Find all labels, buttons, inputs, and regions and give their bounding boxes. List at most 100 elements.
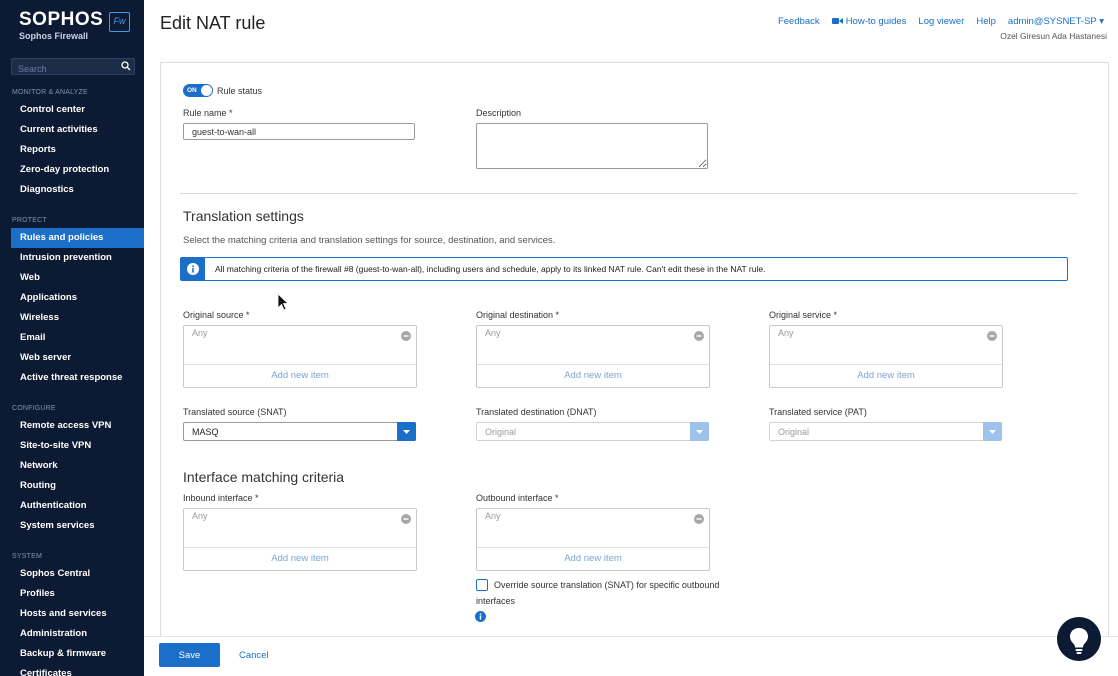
sidebar-item-profiles[interactable]: Profiles [0,584,144,604]
inbound-interface-label: Inbound interface * [183,493,259,503]
info-banner: All matching criteria of the firewall #8… [180,257,1068,281]
original-source-label: Original source * [183,310,250,320]
section-divider [180,193,1078,194]
sidebar-item-control-center[interactable]: Control center [0,100,144,120]
firewall-badge-icon: Fw [109,12,130,32]
info-icon[interactable] [475,611,486,622]
user-menu[interactable]: admin@SYSNET-SP ▾ [1008,16,1104,27]
override-snat-label-line1: Override source translation (SNAT) for s… [494,580,720,590]
sidebar-item-reports[interactable]: Reports [0,140,144,160]
toggle-knob [201,85,212,96]
video-camera-icon [831,18,843,24]
sidebar-item-zero-day-protection[interactable]: Zero-day protection [0,160,144,180]
page-title: Edit NAT rule [160,13,266,33]
nav-section-protect: PROTECT [12,217,47,224]
description-textarea[interactable] [476,123,708,169]
snat-label: Translated source (SNAT) [183,407,287,417]
original-destination-add-new-item[interactable]: Add new item [477,364,709,387]
brand-subtitle: Sophos Firewall [19,31,89,41]
override-snat-label-line2: interfaces [476,596,516,606]
original-service-label: Original service * [769,310,838,320]
info-icon [181,258,205,280]
remove-icon[interactable] [694,331,704,341]
sidebar-item-authentication[interactable]: Authentication [0,496,144,516]
sidebar-item-hosts-and-services[interactable]: Hosts and services [0,604,144,624]
snat-value: MASQ [192,427,219,437]
sidebar: SOPHOS Sophos Firewall Fw MONITOR & ANAL… [0,0,144,676]
sidebar-item-certificates[interactable]: Certificates [0,664,144,676]
help-assistant-button[interactable] [1057,617,1101,661]
sidebar-item-remote-access-vpn[interactable]: Remote access VPN [0,416,144,436]
remove-icon[interactable] [401,514,411,524]
rule-name-input[interactable] [183,123,415,140]
sidebar-item-web[interactable]: Web [0,268,144,288]
rule-status-toggle[interactable]: ON [183,84,213,97]
how-to-guides-link[interactable]: How-to guides [831,16,907,27]
log-viewer-link[interactable]: Log viewer [918,16,964,27]
sidebar-item-wireless[interactable]: Wireless [0,308,144,328]
remove-icon[interactable] [401,331,411,341]
sidebar-item-applications[interactable]: Applications [0,288,144,308]
sidebar-item-system-services[interactable]: System services [0,516,144,536]
sidebar-item-site-to-site-vpn[interactable]: Site-to-site VPN [0,436,144,456]
save-button[interactable]: Save [159,643,220,667]
edit-nat-rule-panel: ON Rule status Rule name * Description T… [160,62,1109,636]
sidebar-item-current-activities[interactable]: Current activities [0,120,144,140]
feedback-link[interactable]: Feedback [778,16,820,27]
inbound-interface-add-new-item[interactable]: Add new item [184,547,416,570]
help-link[interactable]: Help [976,16,996,27]
inbound-interface-listbox[interactable]: Any Add new item [183,508,417,571]
inbound-interface-any: Any [192,511,208,521]
app-window: SOPHOS Sophos Firewall Fw MONITOR & ANAL… [0,0,1118,676]
toggle-on-label: ON [187,87,197,94]
sidebar-item-sophos-central[interactable]: Sophos Central [0,564,144,584]
translation-settings-title: Translation settings [183,208,304,224]
brand: SOPHOS Sophos Firewall Fw [0,0,144,56]
mouse-cursor-icon [277,293,289,311]
sidebar-item-backup-firmware[interactable]: Backup & firmware [0,644,144,664]
outbound-interface-any: Any [485,511,501,521]
sidebar-item-active-threat-response[interactable]: Active threat response [0,368,144,388]
search-icon[interactable] [121,61,131,71]
sidebar-item-network[interactable]: Network [0,456,144,476]
organization-name: Ozel Giresun Ada Hastanesi [1000,31,1107,41]
nav-section-configure: CONFIGURE [12,405,56,412]
sidebar-item-intrusion-prevention[interactable]: Intrusion prevention [0,248,144,268]
nav-section-monitor: MONITOR & ANALYZE [12,89,88,96]
original-destination-listbox[interactable]: Any Add new item [476,325,710,388]
sidebar-item-diagnostics[interactable]: Diagnostics [0,180,144,200]
nav-section-system: SYSTEM [12,553,42,560]
original-source-add-new-item[interactable]: Add new item [184,364,416,387]
lightbulb-icon [1070,628,1088,654]
top-navigation: Feedback How-to guides Log viewer Help a… [766,16,1104,27]
original-service-add-new-item[interactable]: Add new item [770,364,1002,387]
translation-settings-description: Select the matching criteria and transla… [183,235,556,246]
cancel-button[interactable]: Cancel [233,643,275,667]
original-source-any: Any [192,328,208,338]
original-source-listbox[interactable]: Any Add new item [183,325,417,388]
original-service-any: Any [778,328,794,338]
dnat-select: Original [476,422,709,441]
sidebar-search-input[interactable] [12,61,134,77]
remove-icon[interactable] [987,331,997,341]
chevron-down-icon[interactable] [397,422,416,441]
pat-label: Translated service (PAT) [769,407,867,417]
interface-matching-title: Interface matching criteria [183,469,345,485]
original-destination-label: Original destination * [476,310,560,320]
outbound-interface-listbox[interactable]: Any Add new item [476,508,710,571]
sidebar-item-administration[interactable]: Administration [0,624,144,644]
dnat-value: Original [485,427,517,437]
outbound-interface-add-new-item[interactable]: Add new item [477,547,709,570]
original-service-listbox[interactable]: Any Add new item [769,325,1003,388]
sidebar-item-rules-and-policies[interactable]: Rules and policies [11,228,144,248]
sidebar-item-email[interactable]: Email [0,328,144,348]
how-to-guides-label: How-to guides [845,16,907,27]
sidebar-item-routing[interactable]: Routing [0,476,144,496]
pat-select: Original [769,422,1002,441]
chevron-down-icon [983,422,1002,441]
pat-value: Original [778,427,810,437]
remove-icon[interactable] [694,514,704,524]
sidebar-item-web-server[interactable]: Web server [0,348,144,368]
override-snat-checkbox[interactable] [476,579,488,591]
snat-select[interactable]: MASQ [183,422,416,441]
